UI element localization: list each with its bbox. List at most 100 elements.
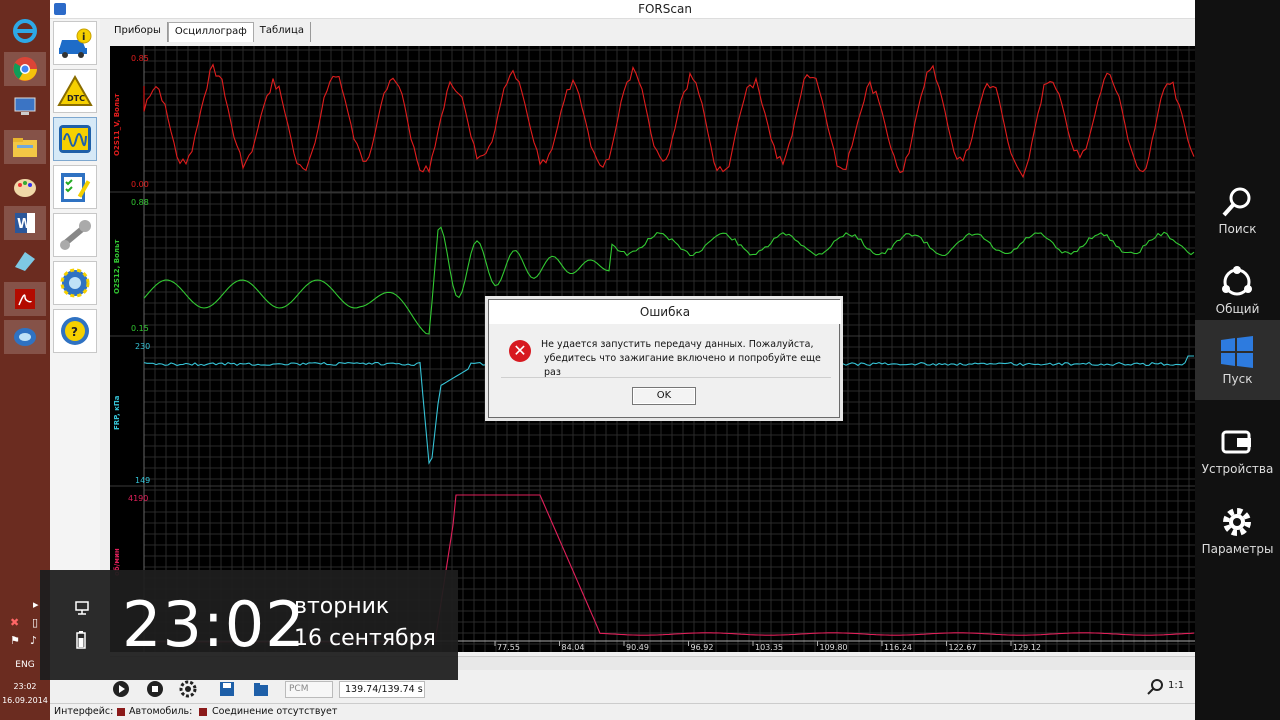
dialog-title: Ошибка [489, 300, 841, 324]
tab-bar: Приборы Осциллограф Таблица [108, 22, 311, 42]
dtc-icon: DTC [57, 74, 93, 106]
floppy-icon [220, 682, 234, 696]
flag-icon[interactable]: ⚑ [10, 634, 20, 647]
magnifier-icon [1147, 679, 1163, 695]
play-button[interactable] [110, 679, 132, 699]
dialog-message-line2: убедитесь что зажигание включено и попро… [544, 353, 821, 378]
svg-text:W: W [17, 217, 31, 232]
app-blue-icon[interactable] [4, 244, 46, 278]
channel-2-max: 0.88 [131, 198, 149, 207]
charm-search[interactable]: Поиск [1195, 170, 1280, 250]
taskbar-time[interactable]: 23:02 [0, 682, 50, 691]
folder-open-icon [254, 683, 268, 696]
desktop: W ▸ ✖ ▯ ⚑ ♪ ENG 23:02 16.09.2014 FORScan [0, 0, 1280, 720]
gear-icon [60, 268, 90, 298]
oscilloscope-icon [59, 125, 91, 153]
svg-text:DTC: DTC [67, 94, 85, 103]
charm-settings[interactable]: Параметры [1195, 490, 1280, 570]
error-dialog: Ошибка ✕ Не удается запустить передачу д… [488, 299, 841, 418]
dialog-divider [501, 377, 831, 378]
dtc-button[interactable]: DTC [53, 69, 97, 113]
dialog-message: Не удается запустить передачу данных. По… [541, 338, 831, 380]
file-explorer-icon[interactable] [4, 130, 46, 164]
help-button[interactable]: ? [53, 309, 97, 353]
lock-clock-overlay: 23:02 вторник 16 сентября [40, 570, 458, 680]
save-button[interactable] [216, 679, 238, 699]
oscilloscope-button[interactable] [53, 117, 97, 161]
clock-day: вторник [294, 594, 390, 619]
charm-search-label: Поиск [1218, 222, 1257, 236]
channel-4-max: 4190 [128, 494, 149, 503]
service-button[interactable] [53, 213, 97, 257]
charm-start[interactable]: Пуск [1195, 320, 1280, 400]
config-button[interactable] [177, 679, 199, 699]
channel-1-min: 0.00 [131, 180, 149, 189]
vehicle-info-button[interactable]: i [53, 21, 97, 65]
search-icon [1222, 187, 1251, 217]
open-button[interactable] [250, 679, 272, 699]
interface-status-dot [117, 708, 125, 716]
channel-3-min: 149 [135, 476, 151, 485]
tab-oscilloscope[interactable]: Осциллограф [167, 22, 254, 42]
charms-bar: Поиск Общий доступ Пуск Устройства Парам… [1195, 0, 1280, 720]
tab-gauges[interactable]: Приборы [108, 22, 168, 42]
settings-button[interactable] [53, 261, 97, 305]
gear-icon [1223, 508, 1251, 536]
clock-time: 23:02 [122, 588, 306, 661]
vehicle-info-icon: i [59, 28, 92, 58]
devices-icon [1221, 430, 1251, 454]
dialog-message-line1: Не удается запустить передачу данных. По… [541, 339, 814, 350]
volume-icon[interactable]: ♪ [30, 634, 37, 647]
time-position-display: 139.74/139.74 s [339, 681, 425, 698]
x-tick-label: 84.04 [562, 643, 585, 652]
channel-2-min: 0.15 [131, 324, 149, 333]
title-bar: FORScan [50, 0, 1196, 19]
x-tick-label: 77.55 [497, 643, 520, 652]
network-icon [75, 601, 89, 615]
channel-1-max: 0.85 [131, 54, 149, 63]
battery-icon[interactable]: ▯ [32, 616, 38, 629]
zoom-reset-button[interactable]: 1:1 [1168, 680, 1184, 691]
chrome-icon[interactable] [4, 52, 46, 86]
charm-start-label: Пуск [1222, 372, 1253, 386]
x-tick-label: 90.49 [626, 643, 649, 652]
word-icon[interactable]: W [4, 206, 46, 240]
x-tick-label: 122.67 [949, 643, 977, 652]
charm-share[interactable]: Общий доступ [1195, 250, 1280, 330]
module-select[interactable]: PCM [285, 681, 333, 698]
svg-text:?: ? [71, 325, 78, 339]
computer-icon[interactable] [4, 90, 46, 124]
x-tick-label: 129.12 [1013, 643, 1041, 652]
ok-button[interactable]: OK [632, 387, 696, 405]
error-icon: ✕ [509, 340, 531, 362]
network-x-icon[interactable]: ✖ [10, 616, 19, 629]
x-tick-label: 109.80 [820, 643, 848, 652]
zoom-button[interactable] [1146, 678, 1166, 698]
paint-icon[interactable] [4, 170, 46, 204]
tests-button[interactable] [53, 165, 97, 209]
car-status-dot [199, 708, 207, 716]
taskbar-date[interactable]: 16.09.2014 [0, 696, 50, 705]
gear-icon [179, 680, 197, 698]
stop-button[interactable] [144, 679, 166, 699]
channel-1-label: O2S11_V, Вольт [113, 93, 121, 156]
tray-arrow-icon[interactable]: ▸ [33, 598, 39, 611]
battery-icon [76, 631, 86, 649]
svg-text:i: i [82, 32, 85, 43]
charm-devices[interactable]: Устройства [1195, 410, 1280, 490]
acrobat-icon[interactable] [4, 282, 46, 316]
connection-status: Соединение отсутствует [212, 706, 338, 717]
tab-table[interactable]: Таблица [253, 22, 311, 42]
channel-3-label: FRP, кПа [113, 395, 121, 430]
help-steering-wheel-icon: ? [61, 317, 89, 345]
interface-label: Интерфейс: [54, 706, 114, 717]
charm-settings-label: Параметры [1201, 542, 1274, 556]
clock-date: 16 сентября [294, 626, 436, 651]
x-tick-label: 96.92 [691, 643, 714, 652]
share-icon [1222, 266, 1252, 296]
forscan-taskbar-icon[interactable] [4, 320, 46, 354]
ie-icon[interactable] [4, 14, 46, 48]
checklist-icon [61, 173, 91, 202]
wrench-icon [60, 220, 91, 250]
status-bar: Интерфейс: Автомобиль: Соединение отсутс… [50, 703, 1196, 720]
